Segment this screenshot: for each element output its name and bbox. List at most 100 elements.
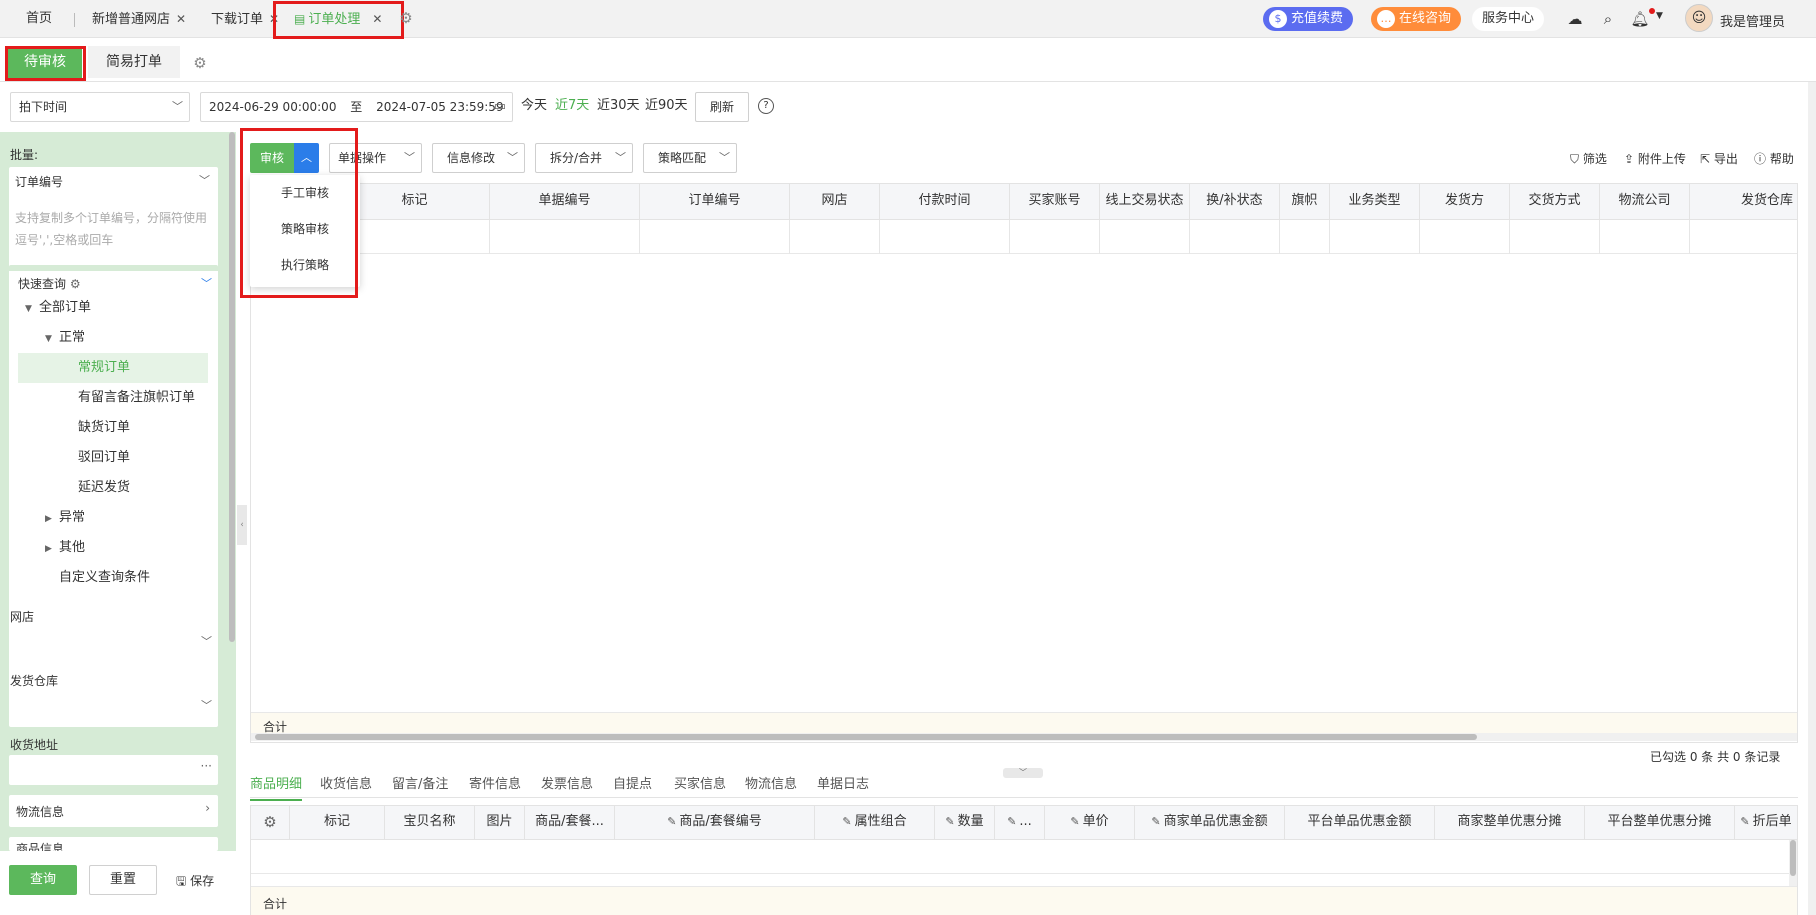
doc-ops-button[interactable]: 单据操作 ﹀ bbox=[329, 143, 422, 173]
query-button[interactable]: 查询 bbox=[9, 865, 77, 895]
strategy-match-button[interactable]: 策略匹配 ﹀ bbox=[643, 143, 737, 173]
collapse-handle[interactable]: ‹ bbox=[237, 505, 247, 545]
reset-button[interactable]: 重置 bbox=[89, 865, 157, 895]
column-header[interactable]: 业务类型 bbox=[1330, 183, 1420, 219]
column-header[interactable]: ✎ 折后单 bbox=[1735, 805, 1797, 839]
panel-toggle-handle[interactable]: ﹀ bbox=[1003, 768, 1043, 778]
close-icon[interactable]: ✕ bbox=[372, 12, 382, 26]
batch-input[interactable]: 支持复制多个订单编号，分隔符使用逗号',',空格或回车 bbox=[15, 207, 215, 251]
quick-30days[interactable]: 近30天 bbox=[597, 98, 640, 114]
column-header[interactable]: 发货仓库 bbox=[1690, 183, 1797, 219]
help-icon[interactable]: ? bbox=[758, 98, 774, 114]
column-header[interactable]: 平台单品优惠金额 bbox=[1285, 805, 1435, 839]
tab-receiving-info[interactable]: 收货信息 bbox=[320, 777, 372, 793]
tab-invoice-info[interactable]: 发票信息 bbox=[541, 777, 593, 793]
column-header[interactable]: 换/补状态 bbox=[1190, 183, 1280, 219]
quick-today[interactable]: 今天 bbox=[521, 98, 547, 114]
refresh-button[interactable]: 刷新 bbox=[695, 92, 749, 122]
column-header[interactable]: 商品/套餐... bbox=[525, 805, 615, 839]
column-header[interactable]: 付款时间 bbox=[880, 183, 1010, 219]
tree-item-rejected[interactable]: 驳回订单 bbox=[78, 443, 130, 473]
table-row[interactable] bbox=[251, 840, 1797, 874]
time-type-select[interactable]: 拍下时间 ﹀ bbox=[10, 92, 190, 122]
column-header[interactable]: 商家整单优惠分摊 bbox=[1435, 805, 1585, 839]
horizontal-scrollbar[interactable] bbox=[251, 733, 1797, 741]
column-header[interactable]: ✎ 商家单品优惠金额 bbox=[1135, 805, 1285, 839]
filter-button[interactable]: ⛉ 筛选 bbox=[1570, 150, 1607, 167]
column-header[interactable]: 交货方式 bbox=[1510, 183, 1600, 219]
split-merge-button[interactable]: 拆分/合并 ﹀ bbox=[535, 143, 633, 173]
column-header[interactable]: 线上交易状态 bbox=[1100, 183, 1190, 219]
tree-abnormal[interactable]: ▶ 异常 bbox=[45, 503, 85, 534]
service-center-button[interactable]: 服务中心 bbox=[1472, 7, 1545, 31]
column-header[interactable]: 物流公司 bbox=[1600, 183, 1690, 219]
tab-simple-print[interactable]: 简易打单 bbox=[88, 46, 180, 78]
tab-pending-audit[interactable]: 待审核 bbox=[8, 46, 82, 78]
address-input[interactable]: ··· bbox=[9, 755, 218, 785]
sidebar-scrollbar[interactable] bbox=[229, 132, 235, 642]
menu-item-execute-strategy[interactable]: 执行策略 bbox=[250, 247, 360, 283]
online-consult-button[interactable]: … 在线咨询 bbox=[1371, 7, 1462, 31]
column-header[interactable]: 标记 bbox=[340, 183, 490, 219]
tree-normal[interactable]: ▼ 正常 bbox=[45, 323, 85, 354]
column-header[interactable]: 图片 bbox=[475, 805, 525, 839]
save-button[interactable]: 🖫︎ 保存 bbox=[176, 872, 214, 893]
column-header[interactable]: 订单编号 bbox=[640, 183, 790, 219]
column-header[interactable]: 发货方 bbox=[1420, 183, 1510, 219]
tab-order-processing[interactable]: ▤ 订单处理 ✕ bbox=[294, 0, 382, 38]
table-row[interactable] bbox=[251, 220, 1797, 254]
avatar[interactable]: ☺ bbox=[1685, 4, 1713, 32]
tab-logistics-info[interactable]: 物流信息 bbox=[745, 777, 797, 793]
recharge-button[interactable]: $ 充值续费 bbox=[1263, 7, 1354, 31]
tab-sender-info[interactable]: 寄件信息 bbox=[469, 777, 521, 793]
column-header[interactable]: 宝贝名称 bbox=[385, 805, 475, 839]
column-header[interactable]: ✎ 商品/套餐编号 bbox=[615, 805, 815, 839]
column-header[interactable]: 单据编号 bbox=[490, 183, 640, 219]
tab-document-log[interactable]: 单据日志 bbox=[817, 777, 869, 793]
tree-item-delayed[interactable]: 延迟发货 bbox=[78, 473, 130, 503]
search-icon[interactable]: ⌕ bbox=[1598, 9, 1618, 29]
page-scrollbar[interactable] bbox=[1808, 82, 1816, 915]
logistics-section[interactable]: 物流信息 › bbox=[9, 795, 218, 827]
tree-all-orders[interactable]: ▼ 全部订单 bbox=[25, 293, 91, 324]
column-header[interactable]: 旗帜 bbox=[1280, 183, 1330, 219]
column-header[interactable]: 买家账号 bbox=[1010, 183, 1100, 219]
gear-icon[interactable]: ⚙ bbox=[190, 53, 210, 73]
vertical-scrollbar[interactable] bbox=[1789, 840, 1797, 886]
help-button[interactable]: ⓘ 帮助 bbox=[1754, 150, 1794, 167]
close-icon[interactable]: ✕ bbox=[176, 12, 186, 26]
audit-split-button[interactable]: 审核 ︿ bbox=[250, 143, 319, 173]
quick-90days[interactable]: 近90天 bbox=[645, 98, 688, 114]
column-header[interactable]: 平台整单优惠分摊 bbox=[1585, 805, 1735, 839]
menu-item-strategy-audit[interactable]: 策略审核 bbox=[250, 211, 360, 247]
quick-7days[interactable]: 近7天 bbox=[555, 98, 589, 114]
tab-home[interactable]: 首页 bbox=[26, 0, 52, 38]
scrollbar-thumb[interactable] bbox=[255, 734, 1477, 740]
more-icon[interactable]: ··· bbox=[201, 759, 212, 773]
tab-messages[interactable]: 留言/备注 bbox=[392, 777, 448, 793]
column-header[interactable]: ✎ 属性组合 bbox=[815, 805, 935, 839]
tab-buyer-info[interactable]: 买家信息 bbox=[674, 777, 726, 793]
tree-other[interactable]: ▶ 其他 bbox=[45, 533, 85, 564]
tab-new-shop[interactable]: 新增普通网店 ✕ bbox=[92, 0, 186, 38]
info-edit-button[interactable]: 信息修改 ﹀ bbox=[432, 143, 525, 173]
caret-down-icon[interactable]: ▼ bbox=[1656, 11, 1663, 21]
gear-icon[interactable]: ⚙ bbox=[396, 8, 416, 28]
chevron-up-icon[interactable]: ︿ bbox=[294, 143, 319, 173]
warehouse-select[interactable]: ﹀ bbox=[9, 691, 218, 721]
tree-custom-query[interactable]: 自定义查询条件 bbox=[59, 563, 150, 593]
date-range-picker[interactable]: 2024-06-29 00:00:00 至 2024-07-05 23:59:5… bbox=[200, 92, 513, 122]
username[interactable]: 我是管理员 bbox=[1720, 11, 1785, 30]
cloud-download-icon[interactable]: ☁ bbox=[1565, 9, 1585, 29]
audit-button[interactable]: 审核 bbox=[250, 143, 294, 173]
column-header[interactable]: ✎... bbox=[995, 805, 1045, 839]
gear-icon[interactable]: ⚙ bbox=[70, 277, 81, 291]
chevron-down-icon[interactable]: ﹀ bbox=[201, 275, 212, 291]
chevron-down-icon[interactable]: ﹀ bbox=[199, 172, 210, 188]
bell-icon[interactable]: 🔔︎ bbox=[1630, 9, 1650, 29]
column-header[interactable]: 标记 bbox=[290, 805, 385, 839]
scrollbar-thumb[interactable] bbox=[1790, 840, 1796, 876]
shop-select[interactable]: ﹀ bbox=[9, 627, 218, 657]
tab-pickup-point[interactable]: 自提点 bbox=[613, 777, 652, 793]
batch-field-select[interactable]: 订单编号 bbox=[15, 173, 63, 190]
